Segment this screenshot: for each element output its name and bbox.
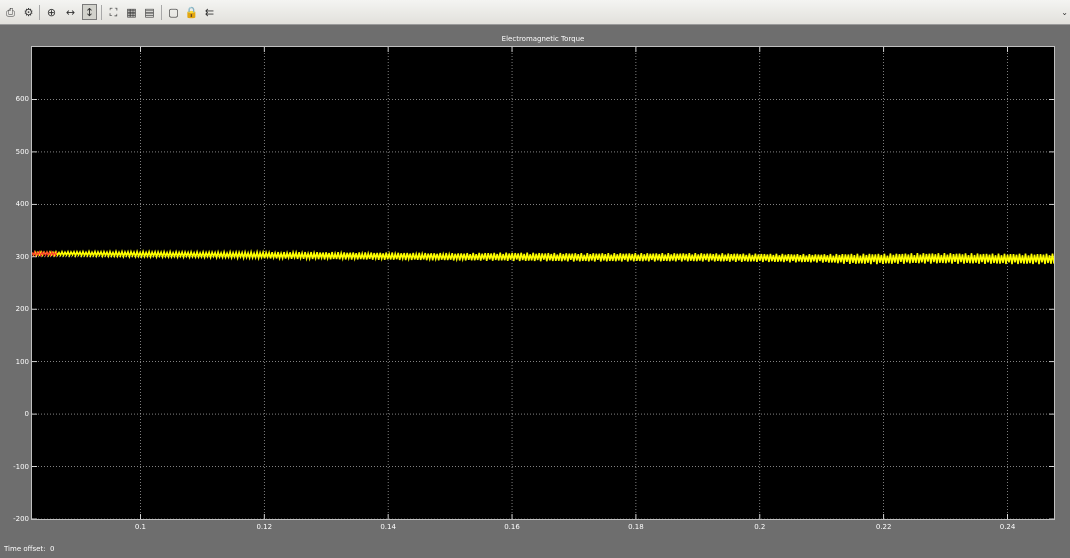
toolbar-separator	[39, 5, 40, 20]
x-tick-label: 0.18	[628, 523, 644, 531]
time-offset-value: 0	[49, 545, 55, 553]
parameters-icon[interactable]: ⚙	[21, 4, 36, 20]
y-tick-label: 100	[15, 357, 29, 366]
plot-area	[31, 46, 1055, 520]
toolbar-separator	[101, 5, 102, 20]
y-tick-label: 200	[15, 305, 29, 314]
autoscale-icon[interactable]: ⛶	[106, 4, 121, 20]
y-tick-label: -200	[13, 515, 29, 523]
y-tick-label: 300	[15, 252, 29, 261]
save-axes-icon[interactable]: ▦	[124, 4, 139, 20]
torque-trace	[32, 248, 1054, 265]
float-scope-icon[interactable]: ▢	[166, 4, 181, 20]
x-tick-label: 0.1	[134, 523, 146, 531]
y-tick-label: 400	[15, 200, 29, 209]
scope-toolbar: ⎙ ⚙ ⊕ ↔ ↕ ⛶ ▦ ▤ ▢ 🔒 ⇇	[0, 0, 1070, 25]
signal-selection-icon[interactable]: ⇇	[202, 4, 217, 20]
x-tick-label: 0.16	[504, 523, 520, 531]
time-offset-label: Time offset:	[4, 545, 46, 553]
x-tick-label: 0.22	[875, 523, 892, 531]
zoom-y-icon[interactable]: ↕	[82, 4, 97, 20]
restore-axes-icon[interactable]: ▤	[142, 4, 157, 20]
plot-title: Electromagnetic Torque	[501, 35, 585, 43]
plot-svg	[32, 47, 1054, 519]
lock-axes-icon[interactable]: 🔒	[184, 4, 199, 20]
chevron-down-icon[interactable]: ⌄	[1061, 8, 1068, 17]
x-tick-label: 0.2	[754, 523, 766, 531]
y-tick-label: 600	[15, 95, 29, 104]
x-tick-label: 0.14	[380, 523, 396, 531]
time-offset: Time offset: 0	[4, 545, 54, 553]
x-tick-label: 0.12	[256, 523, 273, 531]
x-tick-label: 0.24	[999, 523, 1016, 531]
zoom-icon[interactable]: ⊕	[44, 4, 59, 20]
y-tick-label: 0	[24, 410, 29, 419]
print-icon[interactable]: ⎙	[3, 4, 18, 20]
toolbar-separator	[161, 5, 162, 20]
y-tick-label: 500	[15, 147, 29, 156]
y-tick-label: -100	[13, 462, 29, 471]
zoom-x-icon[interactable]: ↔	[63, 4, 78, 20]
